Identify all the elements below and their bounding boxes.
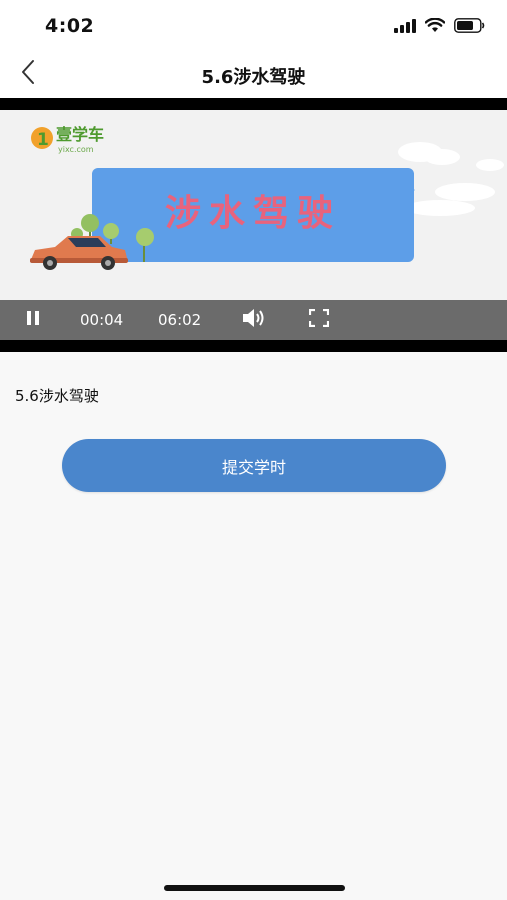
video-player[interactable]: 1 壹学车 yixc.com 涉水驾驶 00:04 06:02: [0, 98, 507, 352]
volume-icon: [241, 307, 267, 333]
duration: 06:02: [158, 311, 202, 329]
signal-icon: [394, 18, 416, 37]
status-time: 4:02: [45, 15, 95, 37]
banner-title: 涉水驾驶: [165, 193, 341, 234]
page-title: 5.6涉水驾驶: [201, 67, 306, 88]
volume-button[interactable]: [238, 300, 270, 340]
nav-bar: 5.6涉水驾驶: [0, 50, 507, 98]
video-thumbnail: 1 壹学车 yixc.com 涉水驾驶: [0, 110, 507, 300]
video-controls: 00:04 06:02: [0, 300, 507, 340]
pause-button[interactable]: [18, 300, 48, 340]
battery-icon: [454, 17, 485, 37]
app-screen: 4:02 5.6涉水驾驶 1 壹学车 yixc.com 涉水驾驶 00:04 0…: [0, 0, 507, 900]
fullscreen-icon: [308, 308, 330, 331]
wifi-icon: [424, 17, 446, 37]
status-icons: [394, 17, 485, 37]
svg-text:1: 1: [37, 130, 49, 150]
current-time: 00:04: [80, 311, 124, 329]
fullscreen-button[interactable]: [304, 300, 334, 340]
logo-url: yixc.com: [58, 145, 94, 154]
video-frame[interactable]: 1 壹学车 yixc.com 涉水驾驶 00:04 06:02: [0, 110, 507, 340]
status-bar: 4:02: [0, 0, 507, 50]
logo-text: 壹学车: [56, 125, 104, 144]
lesson-title: 5.6涉水驾驶: [15, 387, 99, 405]
pause-icon: [25, 310, 41, 330]
submit-hours-button[interactable]: 提交学时: [62, 439, 446, 492]
home-indicator[interactable]: [164, 885, 345, 891]
